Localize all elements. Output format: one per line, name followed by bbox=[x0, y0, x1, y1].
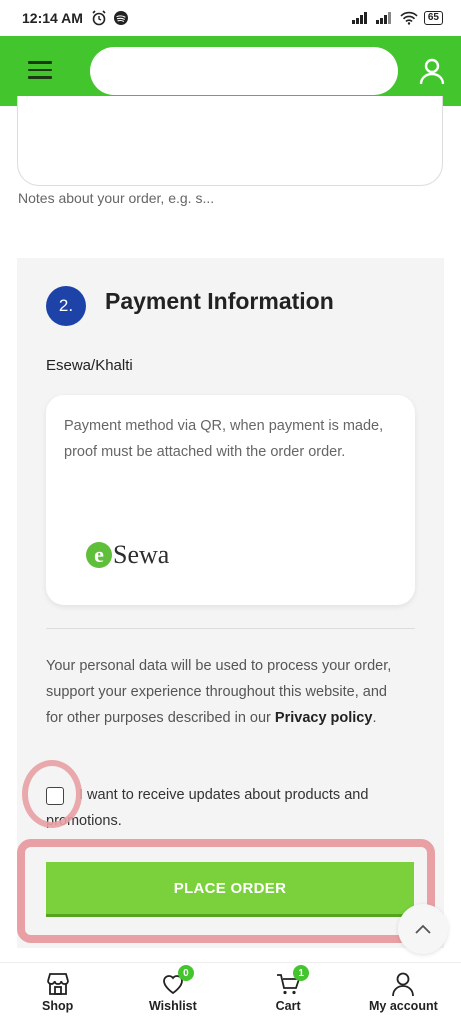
signal-icon-2 bbox=[375, 12, 391, 24]
user-account-icon[interactable] bbox=[418, 57, 446, 85]
place-order-button[interactable]: PLACE ORDER bbox=[46, 862, 414, 914]
wishlist-count-badge: 0 bbox=[177, 965, 194, 981]
store-icon bbox=[46, 973, 69, 995]
privacy-notice: Your personal data will be used to proce… bbox=[46, 653, 406, 731]
checkout-page: 12:14 AM 65 Notes about your order, e.g.… bbox=[0, 0, 461, 1024]
status-bar: 12:14 AM 65 bbox=[0, 0, 461, 36]
payment-method-description: Payment method via QR, when payment is m… bbox=[64, 418, 384, 460]
nav-item-my-account[interactable]: My account bbox=[346, 963, 461, 1024]
nav-item-cart[interactable]: 1 Cart bbox=[231, 963, 346, 1024]
order-notes-hint: Notes about your order, e.g. s... bbox=[18, 190, 215, 206]
order-notes-textarea[interactable] bbox=[17, 96, 443, 186]
nav-label-shop: Shop bbox=[42, 999, 74, 1013]
alarm-icon bbox=[92, 10, 106, 26]
chevron-up-icon bbox=[415, 924, 431, 934]
step-number-badge: 2. bbox=[46, 286, 86, 326]
privacy-policy-link[interactable]: Privacy policy bbox=[275, 710, 373, 726]
updates-opt-in: I want to receive updates about products… bbox=[46, 782, 416, 834]
signal-icon bbox=[351, 12, 367, 24]
privacy-notice-end: . bbox=[372, 710, 377, 726]
nav-label-my-account: My account bbox=[368, 999, 438, 1013]
wishlist-icon-wrap: 0 bbox=[160, 965, 194, 997]
nav-label-wishlist: Wishlist bbox=[148, 999, 197, 1013]
status-right-icons: 65 bbox=[351, 11, 443, 25]
checkbox-highlight-circle bbox=[22, 760, 82, 828]
nav-label-cart: Cart bbox=[275, 999, 301, 1013]
nav-item-shop[interactable]: Shop bbox=[0, 963, 115, 1024]
status-left-icons bbox=[91, 10, 129, 26]
search-input[interactable] bbox=[90, 47, 398, 95]
section-title: Payment Information bbox=[105, 288, 334, 314]
payment-method-label[interactable]: Esewa/Khalti bbox=[46, 357, 133, 374]
battery-indicator: 65 bbox=[423, 11, 443, 25]
cart-count-badge: 1 bbox=[293, 965, 310, 981]
esewa-logo: e Sewa bbox=[86, 540, 169, 570]
wifi-icon bbox=[400, 11, 418, 25]
nav-item-wishlist[interactable]: 0 Wishlist bbox=[115, 963, 230, 1024]
scroll-to-top-button[interactable] bbox=[398, 904, 448, 954]
spotify-icon bbox=[113, 11, 128, 25]
payment-method-card: Payment method via QR, when payment is m… bbox=[46, 395, 415, 605]
divider bbox=[46, 628, 415, 629]
bottom-navigation: Shop 0 Wishlist 1 Cart My account bbox=[0, 962, 461, 1024]
cart-icon-wrap: 1 bbox=[275, 965, 310, 997]
esewa-logo-mark: e bbox=[86, 542, 112, 568]
esewa-logo-text: Sewa bbox=[113, 540, 170, 569]
user-icon bbox=[392, 972, 415, 997]
updates-checkbox-label[interactable]: I want to receive updates about products… bbox=[46, 782, 416, 834]
status-time: 12:14 AM bbox=[22, 10, 83, 26]
hamburger-menu-icon[interactable] bbox=[28, 61, 52, 81]
